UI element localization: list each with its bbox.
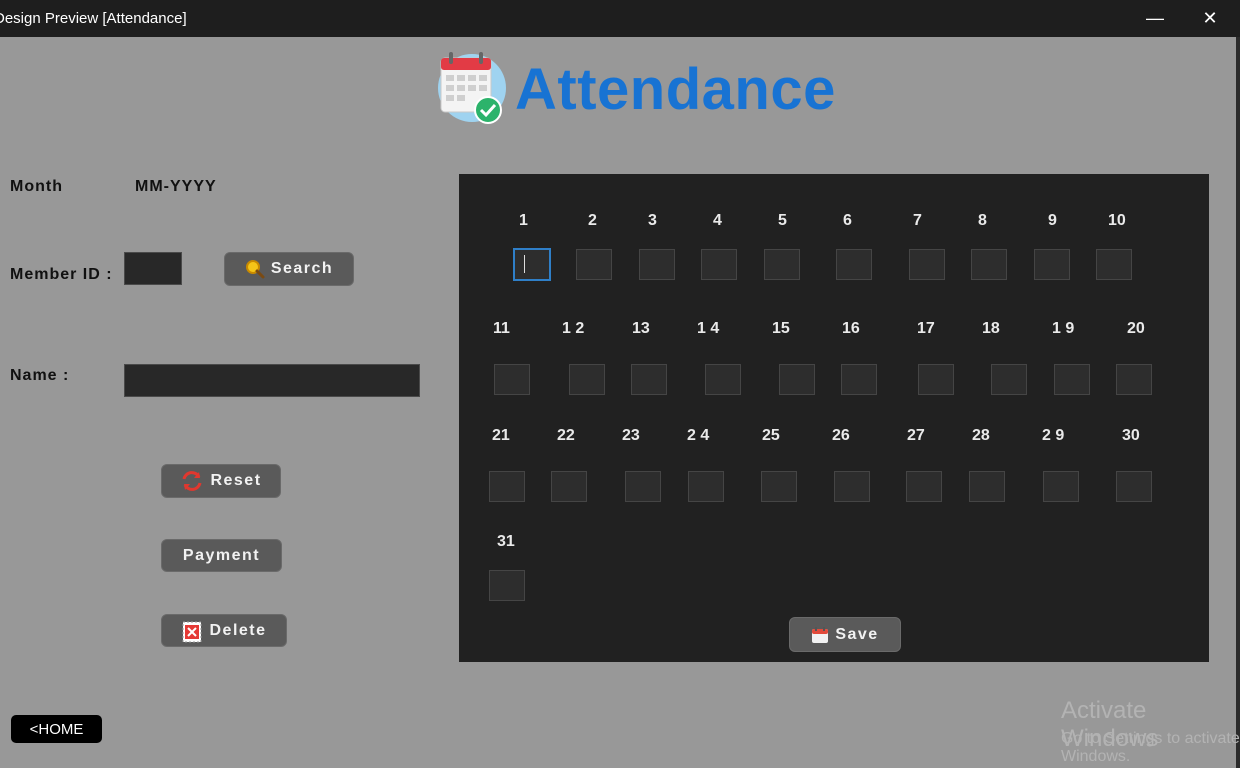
day-input-12[interactable] [569,364,605,395]
day-input-9[interactable] [1034,249,1070,280]
day-label-18: 18 [982,320,1000,337]
payment-button[interactable]: Payment [161,539,282,572]
day-label-12: 1 2 [562,320,585,337]
search-button-label: Search [270,260,334,277]
day-input-15[interactable] [779,364,815,395]
search-button[interactable]: Search [224,252,354,286]
activation-watermark-subtitle: Go to Settings to activate Windows. [1061,730,1240,765]
day-label-30: 30 [1122,427,1140,444]
day-label-7: 7 [913,212,922,229]
payment-button-label: Payment [182,546,261,564]
day-input-22[interactable] [551,471,587,502]
day-label-26: 26 [832,427,850,444]
window-title: Design Preview [Attendance] [0,10,187,27]
day-input-31[interactable] [489,570,525,601]
reset-button[interactable]: Reset [161,464,281,498]
day-label-2: 2 [588,212,597,229]
day-label-31: 31 [497,533,515,550]
home-button[interactable]: <HOME [11,715,102,743]
name-input[interactable] [124,364,420,397]
day-label-25: 25 [762,427,780,444]
save-button[interactable]: Save [789,617,901,652]
save-button-label: Save [835,625,879,643]
day-label-10: 10 [1108,212,1126,229]
day-input-8[interactable] [971,249,1007,280]
window-titlebar: Design Preview [Attendance] — ✕ [0,0,1240,37]
day-label-17: 17 [917,320,935,337]
day-label-5: 5 [778,212,787,229]
day-label-21: 21 [492,427,510,444]
day-label-16: 16 [842,320,860,337]
day-label-8: 8 [978,212,987,229]
day-input-24[interactable] [688,471,724,502]
reset-button-label: Reset [210,472,262,489]
day-input-4[interactable] [701,249,737,280]
day-label-11: 11 [493,320,510,337]
day-input-6[interactable] [836,249,872,280]
day-label-6: 6 [843,212,852,229]
member-id-input[interactable] [124,252,182,285]
day-input-25[interactable] [761,471,797,502]
minimize-button[interactable]: — [1135,4,1175,32]
window-edge [1236,37,1240,768]
day-label-3: 3 [648,212,657,229]
day-input-13[interactable] [631,364,667,395]
day-label-20: 20 [1127,320,1145,337]
day-input-16[interactable] [841,364,877,395]
month-label: Month [10,178,63,195]
day-label-22: 22 [557,427,575,444]
day-input-21[interactable] [489,471,525,502]
day-input-23[interactable] [625,471,661,502]
day-label-13: 13 [632,320,650,337]
calendar-icon [812,626,829,643]
day-label-14: 1 4 [697,320,720,337]
delete-button-label: Delete [209,621,267,639]
day-label-28: 28 [972,427,990,444]
day-input-17[interactable] [918,364,954,395]
day-label-23: 23 [622,427,640,444]
day-input-28[interactable] [969,471,1005,502]
search-icon [245,260,265,279]
member-id-label: Member ID : [10,266,113,283]
day-label-1: 1 [519,212,528,229]
day-input-19[interactable] [1054,364,1090,395]
month-value[interactable]: MM-YYYY [135,178,217,196]
close-button[interactable]: ✕ [1190,4,1230,32]
day-input-1[interactable] [513,248,551,281]
calendar-check-icon [436,50,506,126]
day-input-3[interactable] [639,249,675,280]
day-label-4: 4 [713,212,722,229]
day-input-18[interactable] [991,364,1027,395]
day-input-14[interactable] [705,364,741,395]
day-input-7[interactable] [909,249,945,280]
day-input-11[interactable] [494,364,530,395]
day-label-27: 27 [907,427,925,444]
day-label-9: 9 [1048,212,1057,229]
day-input-10[interactable] [1096,249,1132,280]
day-input-30[interactable] [1116,471,1152,502]
day-label-15: 15 [772,320,790,337]
delete-icon [182,621,202,642]
day-input-5[interactable] [764,249,800,280]
day-input-26[interactable] [834,471,870,502]
attendance-panel: 1 2 3 4 5 6 7 8 9 10 11 1 2 13 1 4 15 16… [459,174,1209,662]
day-input-27[interactable] [906,471,942,502]
day-label-24: 2 4 [687,427,710,444]
day-label-29: 2 9 [1042,427,1065,444]
delete-button[interactable]: Delete [161,614,287,647]
day-input-29[interactable] [1043,471,1079,502]
day-input-20[interactable] [1116,364,1152,395]
day-label-19: 1 9 [1052,320,1075,337]
name-label: Name : [10,367,70,384]
day-input-2[interactable] [576,249,612,280]
refresh-icon [182,471,202,491]
page-title: Attendance [515,57,836,122]
